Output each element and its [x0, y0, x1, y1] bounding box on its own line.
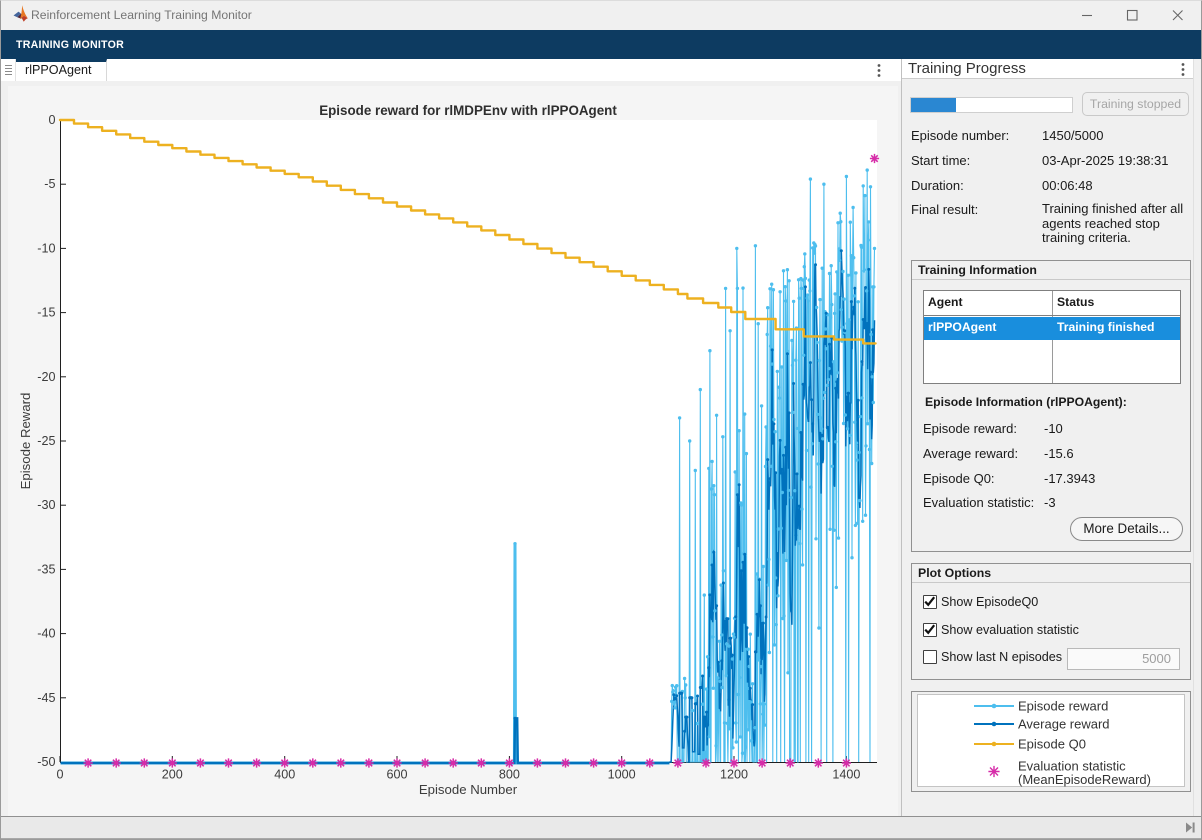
- svg-text:-35: -35: [37, 562, 55, 576]
- svg-text:1400: 1400: [832, 768, 860, 782]
- svg-text:-5: -5: [44, 177, 55, 191]
- svg-text:1000: 1000: [608, 768, 636, 782]
- svg-text:-40: -40: [37, 627, 55, 641]
- svg-text:Episode Q0: Episode Q0: [1018, 737, 1086, 752]
- svg-text:200: 200: [162, 768, 183, 782]
- svg-text:-30: -30: [37, 498, 55, 512]
- svg-text:-10: -10: [37, 241, 55, 255]
- svg-text:1200: 1200: [720, 768, 748, 782]
- svg-text:Episode Reward: Episode Reward: [18, 393, 33, 490]
- svg-text:Episode reward for rlMDPEnv wi: Episode reward for rlMDPEnv with rlPPOAg…: [319, 103, 617, 118]
- svg-text:0: 0: [48, 113, 55, 127]
- svg-text:-50: -50: [37, 755, 55, 769]
- svg-text:Episode Number: Episode Number: [419, 782, 518, 797]
- svg-text:-25: -25: [37, 434, 55, 448]
- svg-text:-20: -20: [37, 370, 55, 384]
- svg-text:Average reward: Average reward: [1018, 717, 1110, 732]
- svg-text:400: 400: [274, 768, 295, 782]
- svg-text:600: 600: [386, 768, 407, 782]
- svg-text:-15: -15: [37, 306, 55, 320]
- svg-text:0: 0: [56, 768, 63, 782]
- svg-text:800: 800: [499, 768, 520, 782]
- svg-text:-45: -45: [37, 691, 55, 705]
- svg-text:Episode reward: Episode reward: [1018, 699, 1108, 714]
- svg-text:(MeanEpisodeReward): (MeanEpisodeReward): [1018, 772, 1151, 787]
